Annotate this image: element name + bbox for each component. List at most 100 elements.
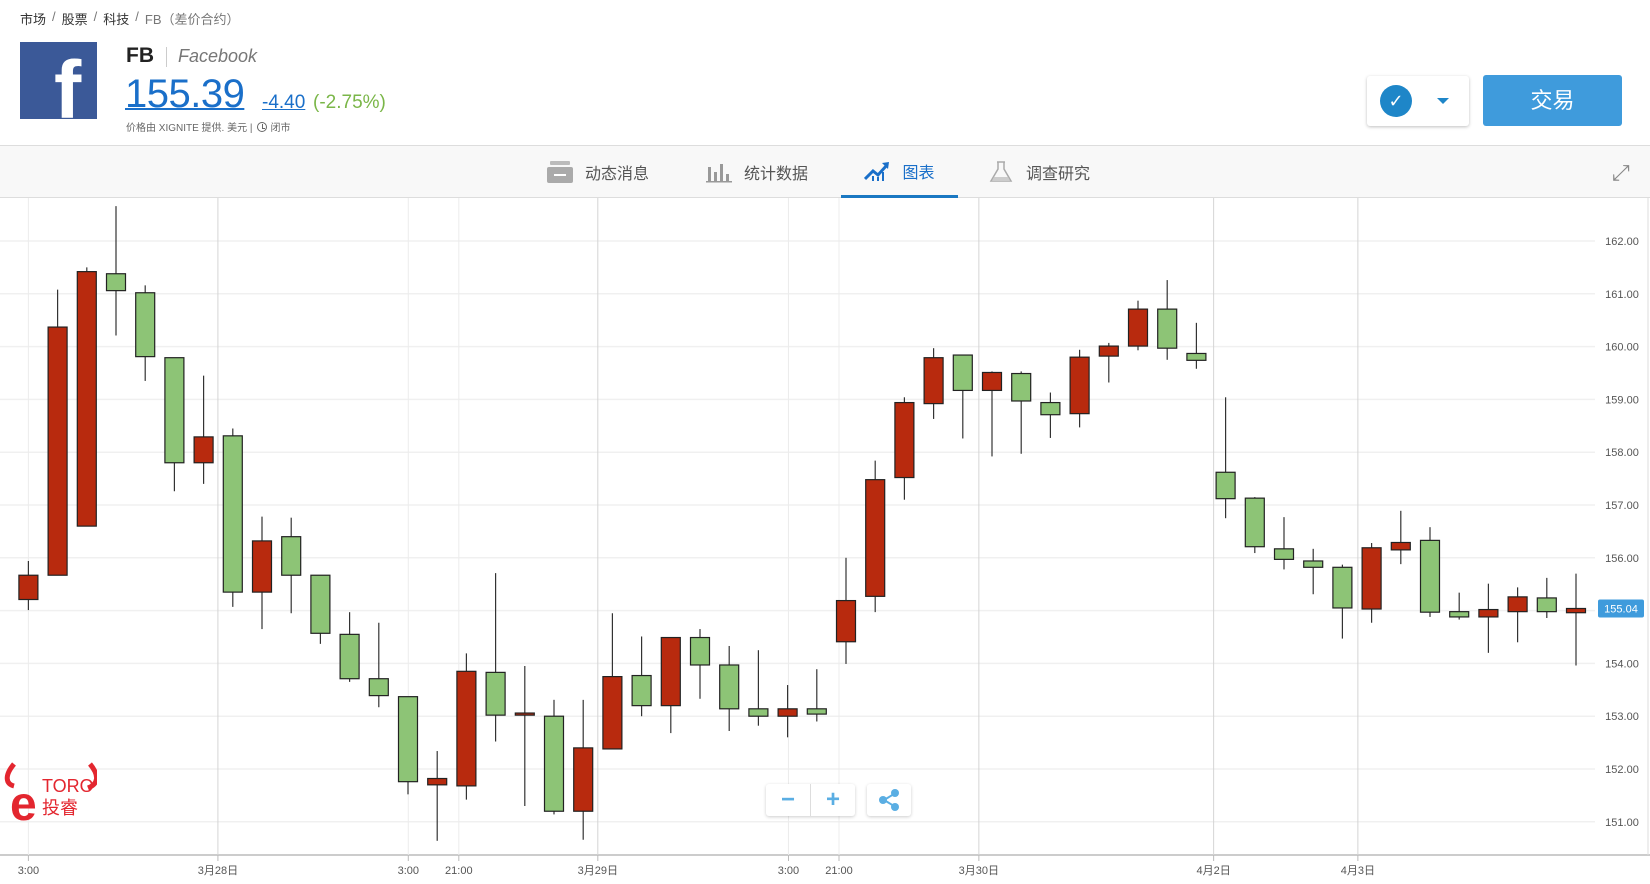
y-tick-label: 162.00 xyxy=(1605,236,1639,248)
watchlist-dropdown[interactable]: ✓ xyxy=(1367,76,1469,126)
flask-icon xyxy=(988,161,1014,183)
current-price[interactable]: 155.39 xyxy=(125,72,245,117)
x-tick-label: 21:00 xyxy=(445,865,473,877)
candle-body xyxy=(1478,608,1499,618)
candle-up xyxy=(1390,510,1411,565)
y-tick-label: 160.00 xyxy=(1605,342,1639,354)
candle-up xyxy=(1565,573,1587,666)
svg-text:投睿: 投睿 xyxy=(42,798,78,819)
breadcrumb-separator: / xyxy=(93,9,98,24)
candle-body xyxy=(1127,308,1149,347)
candle-body xyxy=(894,401,915,479)
candle-body xyxy=(1536,597,1557,613)
candle-down xyxy=(105,206,127,336)
candle-body xyxy=(1419,539,1441,613)
x-tick-label: 3:00 xyxy=(18,865,39,877)
candle-down xyxy=(952,354,973,439)
y-tick-label: 157.00 xyxy=(1605,500,1639,512)
candle-body xyxy=(1449,611,1470,618)
breadcrumb-markets[interactable]: 市场 xyxy=(20,9,46,28)
candle-up xyxy=(76,267,97,527)
candle-body xyxy=(251,540,273,593)
tab-news[interactable]: 动态消息 xyxy=(547,146,649,198)
candle-down xyxy=(1186,322,1207,369)
candle-body xyxy=(952,354,973,392)
breadcrumb-tech[interactable]: 科技 xyxy=(103,9,129,28)
candle-down xyxy=(1215,397,1236,519)
candle-up xyxy=(427,751,448,841)
tab-research[interactable]: 调查研究 xyxy=(988,146,1090,198)
zoom-out-button[interactable]: − xyxy=(766,784,811,816)
chevron-down-icon xyxy=(1437,98,1449,104)
candle-body xyxy=(631,674,652,707)
breadcrumb: 市场 / 股票 / 科技 / FB（差价合约） xyxy=(20,9,240,28)
candle-body xyxy=(1244,497,1265,548)
y-tick-label: 156.00 xyxy=(1605,553,1639,565)
candle-body xyxy=(1332,566,1353,609)
candle-body xyxy=(1157,308,1178,349)
candle-down xyxy=(1244,497,1265,554)
tab-stats[interactable]: 统计数据 xyxy=(706,146,808,198)
candle-body xyxy=(76,271,97,527)
price-change[interactable]: -4.40 xyxy=(262,92,305,114)
y-tick-label: 161.00 xyxy=(1605,289,1639,301)
candle-body xyxy=(748,708,769,717)
breadcrumb-current: FB（差价合约） xyxy=(144,12,240,27)
candle-body xyxy=(923,357,944,405)
instrument-symbol: FB xyxy=(126,44,154,67)
breadcrumb-stocks[interactable]: 股票 xyxy=(62,9,88,28)
candle-down xyxy=(1419,527,1441,617)
zoom-controls: − + xyxy=(766,784,855,816)
candle-body xyxy=(1390,541,1411,551)
breadcrumb-separator: / xyxy=(135,9,139,24)
candle-down xyxy=(281,517,302,614)
candlestick-chart[interactable]: 3:00 3月28日 3:00 21:00 3月29日 3:00 21:00 3月30日 4月2… xyxy=(0,198,1650,884)
candle-body xyxy=(427,777,448,786)
candle-down xyxy=(1449,592,1470,620)
share-icon xyxy=(879,789,899,811)
candle-body xyxy=(806,708,827,715)
candle-up xyxy=(514,666,535,806)
instrument-name: Facebook xyxy=(178,46,258,66)
candle-down xyxy=(1536,577,1557,618)
tab-label: 图表 xyxy=(902,164,935,182)
x-axis: 3:00 3月28日 3:00 21:00 3月29日 3:00 21:00 3月30日 4月2… xyxy=(18,855,1375,877)
trade-button[interactable]: 交易 xyxy=(1483,75,1622,126)
candle-body xyxy=(1011,372,1032,402)
candle-body xyxy=(193,436,214,464)
share-button[interactable] xyxy=(867,784,911,816)
x-tick-label: 3:00 xyxy=(778,865,799,877)
candle-body xyxy=(310,574,331,634)
breadcrumb-separator: / xyxy=(52,9,56,24)
candle-body xyxy=(777,708,798,717)
price-source: 价格由 XIGNITE 提供. 美元 | 闭市 xyxy=(126,119,291,134)
candle-up xyxy=(251,516,273,630)
divider xyxy=(166,47,167,67)
candle-body xyxy=(1565,607,1587,614)
candle-down xyxy=(719,645,740,731)
candle-body xyxy=(660,636,681,707)
y-tick-label: 154.00 xyxy=(1605,658,1639,670)
candle-body xyxy=(485,671,506,716)
price-change-percent: (-2.75%) xyxy=(313,92,386,113)
candle-body xyxy=(573,747,594,812)
candle-up xyxy=(1069,349,1090,428)
candle-up xyxy=(602,613,623,750)
zoom-in-button[interactable]: + xyxy=(811,784,855,816)
candle-down xyxy=(748,650,769,726)
grid xyxy=(0,198,1650,856)
candle-up xyxy=(1478,583,1499,653)
y-tick-label: 159.00 xyxy=(1605,394,1639,406)
tab-chart[interactable]: 图表 xyxy=(841,146,958,198)
tab-label: 动态消息 xyxy=(585,166,650,183)
expand-icon[interactable]: ⤢ xyxy=(1612,160,1630,186)
candle-down xyxy=(689,629,711,699)
clock-icon xyxy=(256,121,267,132)
candle-down xyxy=(543,699,565,815)
candle-down xyxy=(806,669,827,722)
candle-up xyxy=(1127,300,1149,351)
candle-body xyxy=(543,715,565,812)
candle-body xyxy=(1303,560,1324,568)
x-tick-label: 3:00 xyxy=(398,865,419,877)
price-source-text: 价格由 XIGNITE 提供. 美元 | xyxy=(126,123,253,134)
